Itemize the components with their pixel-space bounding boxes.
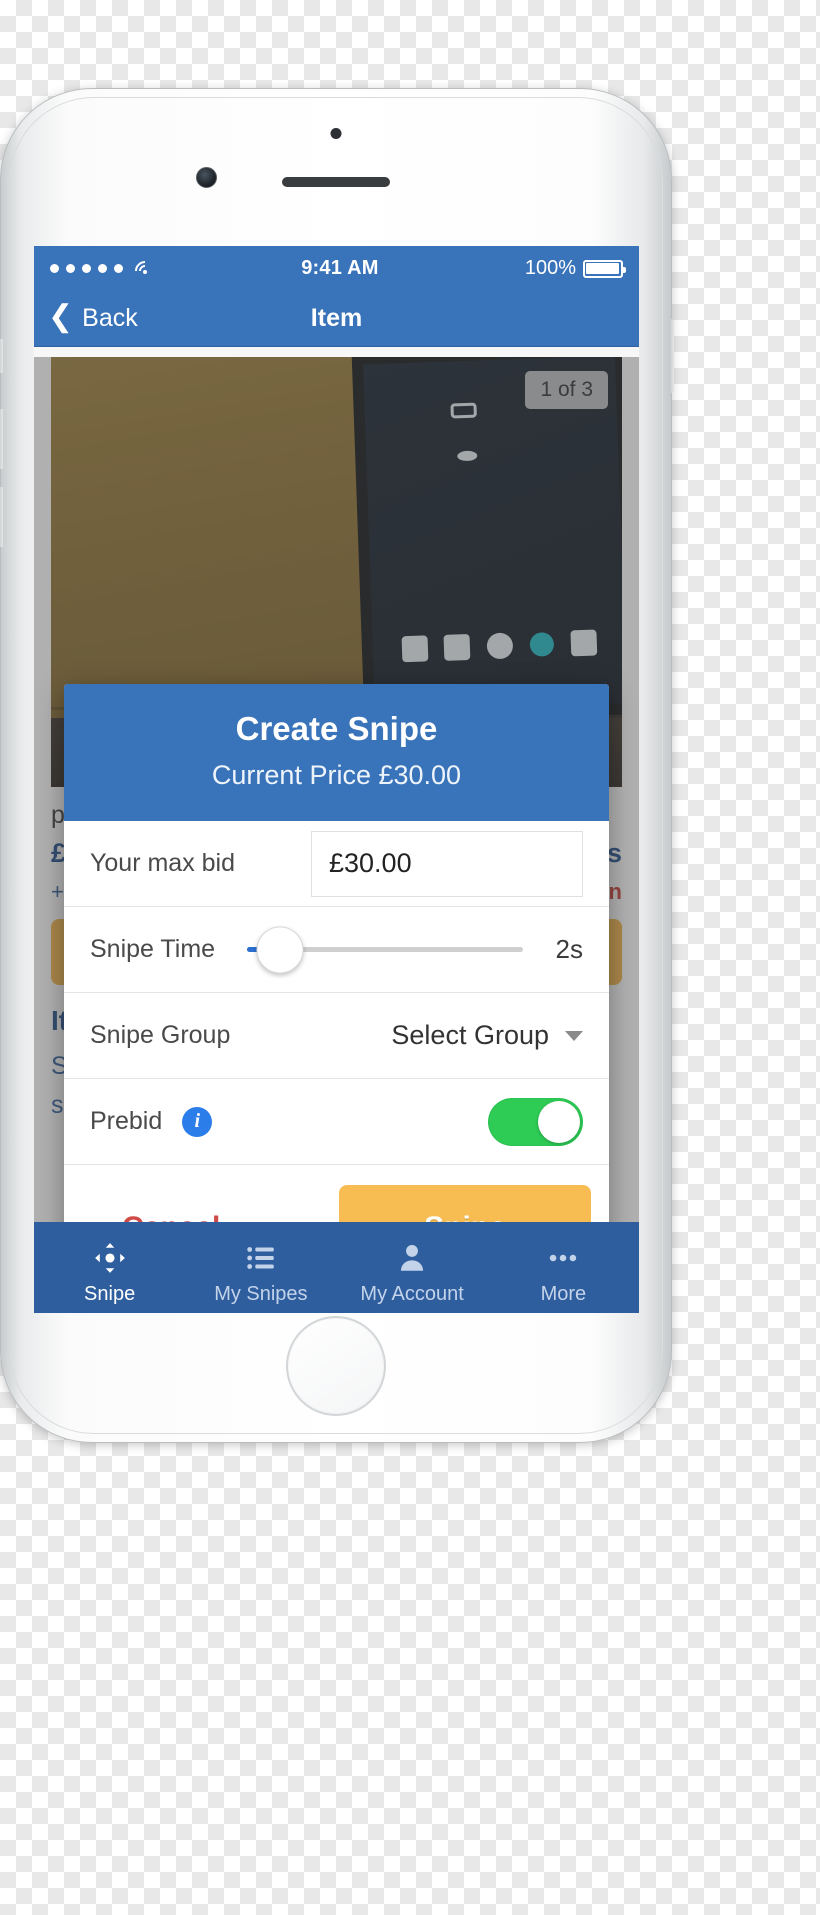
row-max-bid: Your max bid [64, 821, 609, 907]
signal-dot-icon [114, 264, 123, 273]
tab-more[interactable]: More [488, 1240, 639, 1306]
status-bar-right: 100% [524, 257, 626, 280]
dialog-title: Create Snipe [235, 710, 438, 747]
navigation-bar: ❮ Back Item [34, 291, 639, 347]
chevron-down-icon [565, 1030, 583, 1041]
prebid-label-group: Prebid i [90, 1106, 213, 1137]
snipe-time-label: Snipe Time [90, 935, 216, 963]
signal-dot-icon [98, 264, 107, 273]
snipe-group-label: Snipe Group [90, 1021, 231, 1049]
signal-dot-icon [66, 264, 75, 273]
wifi-icon [130, 256, 160, 286]
snipe-group-value: Select Group [391, 1020, 549, 1050]
status-bar: 9:41 AM 100% [34, 246, 639, 291]
row-snipe-time: Snipe Time 2s [64, 907, 609, 993]
item-page-content: 1 of 3 p £ s + n Item Description Sony p… [34, 357, 639, 1313]
create-snipe-dialog: Create Snipe Current Price £30.00 Your m… [64, 684, 609, 1293]
tab-my-account[interactable]: My Account [337, 1240, 488, 1306]
list-icon [185, 1240, 336, 1276]
snipe-time-value: 2s [555, 934, 583, 964]
signal-dot-icon [82, 264, 91, 273]
signal-dot-icon [50, 264, 59, 273]
tab-label: My Snipes [214, 1282, 308, 1305]
row-snipe-group[interactable]: Snipe Group Select Group [64, 993, 609, 1079]
max-bid-input[interactable] [311, 830, 583, 897]
phone-device-frame: 9:41 AM 100% ❮ Back Item 1 of 3 p £ s + … [0, 88, 674, 1443]
info-icon[interactable]: i [182, 1106, 213, 1137]
front-camera-icon [196, 167, 217, 188]
back-button-label: Back [82, 304, 138, 332]
slider-thumb[interactable] [256, 926, 304, 973]
proximity-sensor [330, 128, 342, 139]
status-bar-left [50, 256, 160, 286]
back-button[interactable]: ❮ Back [34, 300, 138, 333]
phone-screen: 9:41 AM 100% ❮ Back Item 1 of 3 p £ s + … [34, 246, 639, 1313]
bottom-tab-bar: Snipe My Snipes My Account More [34, 1222, 639, 1313]
earpiece-speaker [282, 177, 390, 187]
snipe-time-slider[interactable]: 2s [247, 926, 583, 973]
status-bar-time: 9:41 AM [301, 257, 379, 279]
snipe-group-select[interactable]: Select Group [391, 1020, 583, 1051]
person-icon [337, 1240, 488, 1276]
tab-label: Snipe [84, 1282, 136, 1305]
dialog-header: Create Snipe Current Price £30.00 [64, 684, 609, 821]
tab-label: More [540, 1282, 587, 1305]
dialog-subtitle: Current Price £30.00 [211, 760, 462, 790]
prebid-label: Prebid [90, 1107, 163, 1135]
home-button[interactable] [286, 1316, 386, 1416]
tab-label: My Account [360, 1282, 464, 1305]
crosshair-icon [34, 1240, 185, 1276]
max-bid-label: Your max bid [90, 849, 235, 877]
prebid-toggle-knob [538, 1100, 580, 1143]
battery-percent-label: 100% [524, 257, 576, 279]
chevron-left-icon: ❮ [48, 300, 74, 333]
tab-my-snipes[interactable]: My Snipes [185, 1240, 336, 1306]
slider-track[interactable] [247, 926, 523, 973]
power-button[interactable] [669, 319, 674, 393]
ellipsis-icon [488, 1240, 639, 1276]
silent-switch[interactable] [0, 339, 3, 373]
battery-full-icon [582, 259, 626, 278]
volume-down-button[interactable] [0, 487, 3, 547]
row-prebid: Prebid i [64, 1079, 609, 1165]
volume-up-button[interactable] [0, 409, 3, 469]
tab-snipe[interactable]: Snipe [34, 1240, 185, 1306]
prebid-toggle[interactable] [488, 1097, 583, 1146]
